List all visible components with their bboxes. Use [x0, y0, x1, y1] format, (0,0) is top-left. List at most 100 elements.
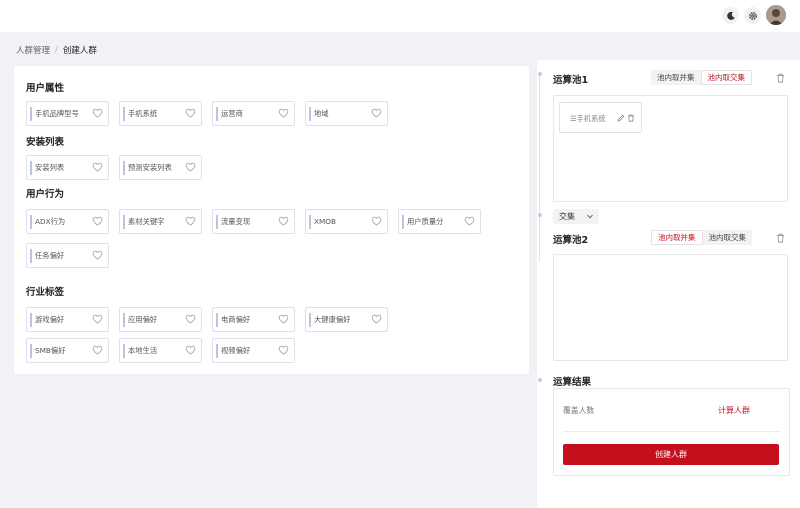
create-audience-button[interactable]: 创建人群: [563, 444, 779, 465]
pool2-drop-zone[interactable]: [553, 254, 788, 361]
top-bar: [0, 0, 800, 32]
chip-label: 任务偏好: [35, 251, 65, 260]
result-title: 运算结果: [553, 377, 592, 388]
trash-icon[interactable]: [627, 114, 635, 122]
pool1-chip-label: ☰手机系统: [570, 114, 606, 123]
chip-label: 大健康偏好: [314, 315, 351, 324]
chip-label: 预测安装列表: [128, 163, 172, 172]
edit-icon[interactable]: [617, 114, 625, 122]
timeline-line: [539, 72, 540, 262]
coverage-label: 覆盖人数: [563, 406, 595, 415]
section-title-user-behavior: 用户行为: [26, 189, 65, 200]
calculate-audience-link[interactable]: 计算人群: [718, 405, 750, 416]
chip-label: 流量变现: [221, 217, 251, 226]
heart-icon[interactable]: [464, 216, 475, 226]
chevron-down-icon: [587, 214, 593, 219]
pool2-union-button[interactable]: 池内取并集: [651, 230, 703, 245]
section-title-industry-tags: 行业标签: [26, 287, 65, 298]
attribute-chip[interactable]: 大健康偏好: [305, 307, 388, 332]
heart-icon[interactable]: [92, 108, 103, 118]
heart-icon[interactable]: [92, 162, 103, 172]
breadcrumb-separator: /: [55, 45, 58, 55]
theme-toggle-button[interactable]: [722, 7, 739, 24]
chip-label: 应用偏好: [128, 315, 158, 324]
heart-icon[interactable]: [185, 216, 196, 226]
chip-label: 手机品牌型号: [35, 109, 79, 118]
attribute-chip[interactable]: 应用偏好: [119, 307, 202, 332]
heart-icon[interactable]: [92, 250, 103, 260]
heart-icon[interactable]: [278, 108, 289, 118]
operator-select-value: 交集: [559, 212, 575, 221]
chip-label: 用户质量分: [407, 217, 444, 226]
pool2-mode-switch: 池内取并集 池内取交集: [651, 230, 752, 245]
pool2-title: 运算池2: [553, 235, 589, 246]
heart-icon[interactable]: [92, 216, 103, 226]
pool1-drop-zone[interactable]: ☰手机系统: [553, 95, 788, 202]
attribute-panel: 用户属性 手机品牌型号 手机系统 运营商 地域 安装列表 安装列表 预测安装列表…: [14, 66, 529, 374]
attribute-chip[interactable]: 安装列表: [26, 155, 109, 180]
heart-icon[interactable]: [92, 345, 103, 355]
attribute-chip[interactable]: 用户质量分: [398, 209, 481, 234]
attribute-chip[interactable]: 视频偏好: [212, 338, 295, 363]
chip-label: XMOB: [314, 217, 337, 226]
moon-icon: [726, 11, 735, 20]
operation-panel: 运算池1 池内取并集 池内取交集 ☰手机系统 交集 运算池2 池内取并集 池内取…: [537, 60, 800, 508]
chip-label: 地域: [314, 109, 329, 118]
pool1-mode-switch: 池内取并集 池内取交集: [651, 70, 752, 85]
heart-icon[interactable]: [185, 345, 196, 355]
avatar-image: [766, 5, 786, 25]
heart-icon[interactable]: [278, 345, 289, 355]
pool1-intersect-button[interactable]: 池内取交集: [700, 70, 752, 85]
attribute-chip[interactable]: 素材关键字: [119, 209, 202, 234]
attribute-chip[interactable]: 任务偏好: [26, 243, 109, 268]
attribute-chip[interactable]: 流量变现: [212, 209, 295, 234]
trash-icon: [777, 233, 784, 243]
result-divider: [563, 431, 781, 432]
timeline-dot: [538, 72, 542, 76]
operator-select[interactable]: 交集: [553, 209, 599, 224]
attribute-chip[interactable]: 手机系统: [119, 101, 202, 126]
pool1-union-button[interactable]: 池内取并集: [651, 70, 701, 85]
heart-icon[interactable]: [185, 162, 196, 172]
trash-icon: [777, 73, 784, 83]
breadcrumb-parent-link[interactable]: 人群管理: [16, 44, 50, 56]
timeline-dot: [538, 213, 542, 217]
attribute-chip[interactable]: 电商偏好: [212, 307, 295, 332]
attribute-chip[interactable]: 预测安装列表: [119, 155, 202, 180]
settings-button[interactable]: [744, 7, 761, 24]
heart-icon[interactable]: [371, 314, 382, 324]
heart-icon[interactable]: [371, 216, 382, 226]
section-title-install-list: 安装列表: [26, 137, 65, 148]
attribute-chip[interactable]: SMB偏好: [26, 338, 109, 363]
chip-label: ADX行为: [35, 217, 66, 226]
pool2-intersect-button[interactable]: 池内取交集: [703, 230, 753, 245]
attribute-chip[interactable]: 运营商: [212, 101, 295, 126]
breadcrumb-current: 创建人群: [62, 46, 97, 56]
attribute-chip[interactable]: ADX行为: [26, 209, 109, 234]
attribute-chip[interactable]: 游戏偏好: [26, 307, 109, 332]
attribute-chip[interactable]: 地域: [305, 101, 388, 126]
heart-icon[interactable]: [92, 314, 103, 324]
pool2-delete-button[interactable]: [776, 233, 785, 243]
breadcrumb: 人群管理 / 创建人群: [16, 44, 97, 56]
attribute-chip[interactable]: 手机品牌型号: [26, 101, 109, 126]
pool1-delete-button[interactable]: [776, 73, 785, 83]
pool1-chip[interactable]: ☰手机系统: [559, 102, 642, 133]
heart-icon[interactable]: [185, 108, 196, 118]
result-box: 覆盖人数 计算人群 创建人群: [553, 388, 790, 476]
heart-icon[interactable]: [185, 314, 196, 324]
chip-label: 运营商: [221, 109, 243, 118]
chip-label: 本地生活: [128, 346, 158, 355]
user-avatar[interactable]: [766, 5, 786, 25]
chip-label: 安装列表: [35, 163, 65, 172]
attribute-chip[interactable]: 本地生活: [119, 338, 202, 363]
section-title-user-attributes: 用户属性: [26, 83, 65, 94]
heart-icon[interactable]: [278, 216, 289, 226]
heart-icon[interactable]: [371, 108, 382, 118]
pool1-title: 运算池1: [553, 75, 589, 86]
heart-icon[interactable]: [278, 314, 289, 324]
chip-label: SMB偏好: [35, 346, 66, 355]
attribute-chip[interactable]: XMOB: [305, 209, 388, 234]
chip-label: 素材关键字: [128, 217, 165, 226]
chip-label: 电商偏好: [221, 315, 251, 324]
